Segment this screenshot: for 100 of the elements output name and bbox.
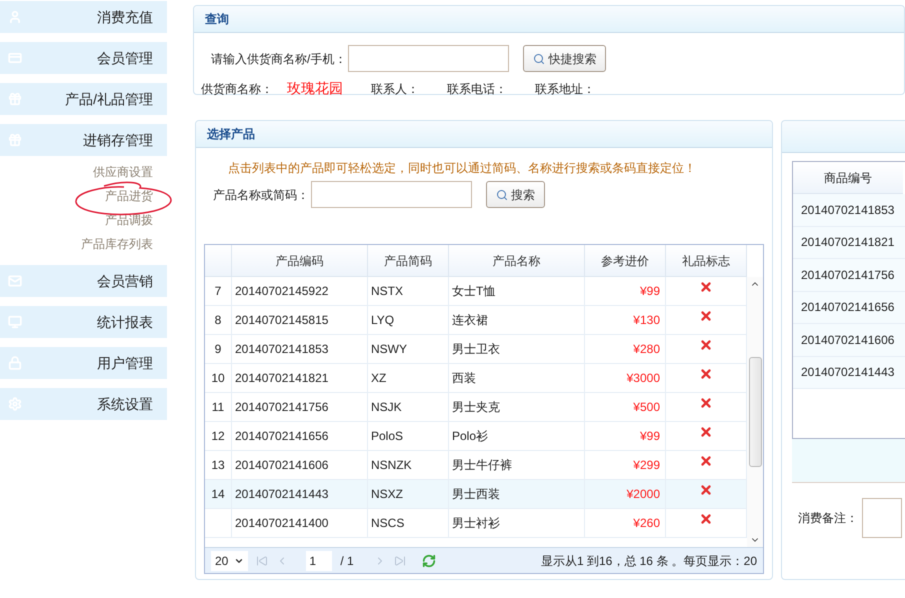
- search-icon: [496, 188, 508, 200]
- table-cell: 女士T恤: [449, 277, 585, 305]
- submenu-link[interactable]: 产品进货: [105, 187, 153, 205]
- gift-icon: [8, 92, 22, 106]
- settings-icon: [8, 397, 22, 411]
- table-cell: NSCS: [368, 509, 449, 537]
- field-label: 请输入供货商名称/手机：: [211, 50, 346, 68]
- sidebar-item[interactable]: 系统设置: [0, 388, 167, 420]
- table-cell: 20140702141656: [232, 422, 368, 450]
- row-number: 11: [205, 393, 232, 421]
- row-number: 12: [205, 422, 232, 450]
- table-cell: NSJK: [368, 393, 449, 421]
- table-row[interactable]: 14 20140702141443 NSXZ 男士西装 ¥2000: [205, 480, 747, 509]
- info-label: 联系地址：: [535, 80, 595, 98]
- table-cell: 男士牛仔裤: [449, 451, 585, 479]
- search-button[interactable]: 快捷搜索: [523, 45, 606, 72]
- submenu-link[interactable]: 供应商设置: [93, 163, 153, 181]
- field-label: 产品名称或简码：: [213, 186, 309, 204]
- price-cell: ¥99: [585, 422, 666, 450]
- note-input[interactable]: [862, 498, 902, 538]
- table-cell: 20140702145922: [232, 277, 368, 305]
- table-cell: XZ: [368, 364, 449, 392]
- table-cell: 20140702141853: [793, 194, 905, 226]
- lock-icon: [8, 356, 22, 370]
- monitor-icon: [8, 315, 22, 329]
- table-row[interactable]: 7 20140702145922 NSTX 女士T恤 ¥99: [205, 277, 747, 306]
- mail-icon: [8, 274, 22, 288]
- price-cell: ¥299: [585, 451, 666, 479]
- info-label: 联系电话：: [447, 80, 507, 98]
- submenu-link[interactable]: 产品库存列表: [81, 235, 153, 253]
- table-row[interactable]: 20140702141400 NSCS 男士衬衫 ¥260: [205, 509, 747, 538]
- table-row[interactable]: 9 20140702141853 NSWY 男士卫衣 ¥280: [205, 335, 747, 364]
- hint-text: 点击列表中的产品即可轻松选定，同时也可以通过简码、名称进行搜索或条码直接定位！: [227, 160, 697, 177]
- price-cell: ¥99: [585, 277, 666, 305]
- table-cell: NSTX: [368, 277, 449, 305]
- table-cell: 连衣裙: [449, 306, 585, 334]
- column-header[interactable]: 产品名称: [449, 245, 585, 276]
- table-cell: 20140702141756: [232, 393, 368, 421]
- scroll-thumb[interactable]: [748, 357, 762, 467]
- row-number: 10: [205, 364, 232, 392]
- field-label: 消费备注：: [798, 510, 858, 527]
- table-row[interactable]: 10 20140702141821 XZ 西装 ¥3000: [205, 364, 747, 393]
- first-page-icon[interactable]: [256, 554, 268, 566]
- sidebar-item[interactable]: 消费充值: [0, 1, 167, 33]
- supplier-input[interactable]: [348, 45, 510, 72]
- table-cell: 男士卫衣: [449, 335, 585, 363]
- pager-summary: 显示从1 到16，总 16 条 。每页显示：20: [540, 552, 757, 570]
- sidebar-item[interactable]: 用户管理: [0, 347, 167, 379]
- sidebar-item[interactable]: 会员营销: [0, 265, 167, 297]
- user-icon: [8, 10, 22, 24]
- table-cell: 20140702141853: [232, 335, 368, 363]
- table-cell: 男士西装: [449, 480, 585, 508]
- table-cell: 20140702145815: [232, 306, 368, 334]
- table-cell: NSWY: [368, 335, 449, 363]
- search-icon: [533, 52, 546, 64]
- table-row[interactable]: 11 20140702141756 NSJK 男士夹克 ¥500: [205, 393, 747, 422]
- column-header[interactable]: 礼品标志: [666, 245, 747, 276]
- table-cell: 20140702141606: [793, 324, 905, 356]
- price-cell: ¥130: [585, 306, 666, 334]
- row-number: 9: [205, 335, 232, 363]
- page-size-select[interactable]: 20: [211, 550, 248, 570]
- table-cell: 20140702141606: [232, 451, 368, 479]
- table-cell: 20140702141443: [232, 480, 368, 508]
- sidebar-item[interactable]: 会员管理: [0, 42, 167, 74]
- row-number: 8: [205, 306, 232, 334]
- price-cell: ¥260: [585, 509, 666, 537]
- gift-icon: [8, 133, 22, 147]
- table-cell: 20140702141400: [232, 509, 368, 537]
- sidebar-item[interactable]: 统计报表: [0, 306, 167, 338]
- table-row[interactable]: 8 20140702145815 LYQ 连衣裙 ¥130: [205, 306, 747, 335]
- column-header[interactable]: 参考进价: [585, 245, 666, 276]
- page-count: / 1: [340, 552, 354, 570]
- page-input[interactable]: 1: [306, 550, 332, 570]
- column-header[interactable]: 产品简码: [368, 245, 449, 276]
- product-input[interactable]: [311, 181, 472, 208]
- refresh-icon[interactable]: [422, 554, 436, 568]
- info-label: 联系人：: [371, 80, 419, 98]
- table-cell: 20140702141656: [793, 292, 905, 324]
- table-cell: 男士衬衫: [449, 509, 585, 537]
- price-cell: ¥3000: [585, 364, 666, 392]
- table-cell: 20140702141443: [793, 356, 905, 389]
- table-row[interactable]: 12 20140702141656 PoloS Polo衫 ¥99: [205, 422, 747, 451]
- table-cell: LYQ: [368, 306, 449, 334]
- row-number: 14: [205, 480, 232, 508]
- table-cell: 20140702141821: [232, 364, 368, 392]
- panel-header: 选择产品: [196, 121, 772, 148]
- table-cell: Polo衫: [449, 422, 585, 450]
- info-label: 供货商名称：: [201, 80, 273, 98]
- table-cell: NSXZ: [368, 480, 449, 508]
- column-header[interactable]: 产品编码: [232, 245, 368, 276]
- price-cell: ¥500: [585, 393, 666, 421]
- last-page-icon[interactable]: [394, 554, 406, 566]
- search-button[interactable]: 搜索: [486, 181, 545, 208]
- table-cell: PoloS: [368, 422, 449, 450]
- price-cell: ¥280: [585, 335, 666, 363]
- table-cell: 男士夹克: [449, 393, 585, 421]
- sidebar-item[interactable]: 进销存管理: [0, 124, 167, 156]
- sidebar-item[interactable]: 产品/礼品管理: [0, 83, 167, 115]
- card-icon: [8, 51, 22, 65]
- table-cell: NSNZK: [368, 451, 449, 479]
